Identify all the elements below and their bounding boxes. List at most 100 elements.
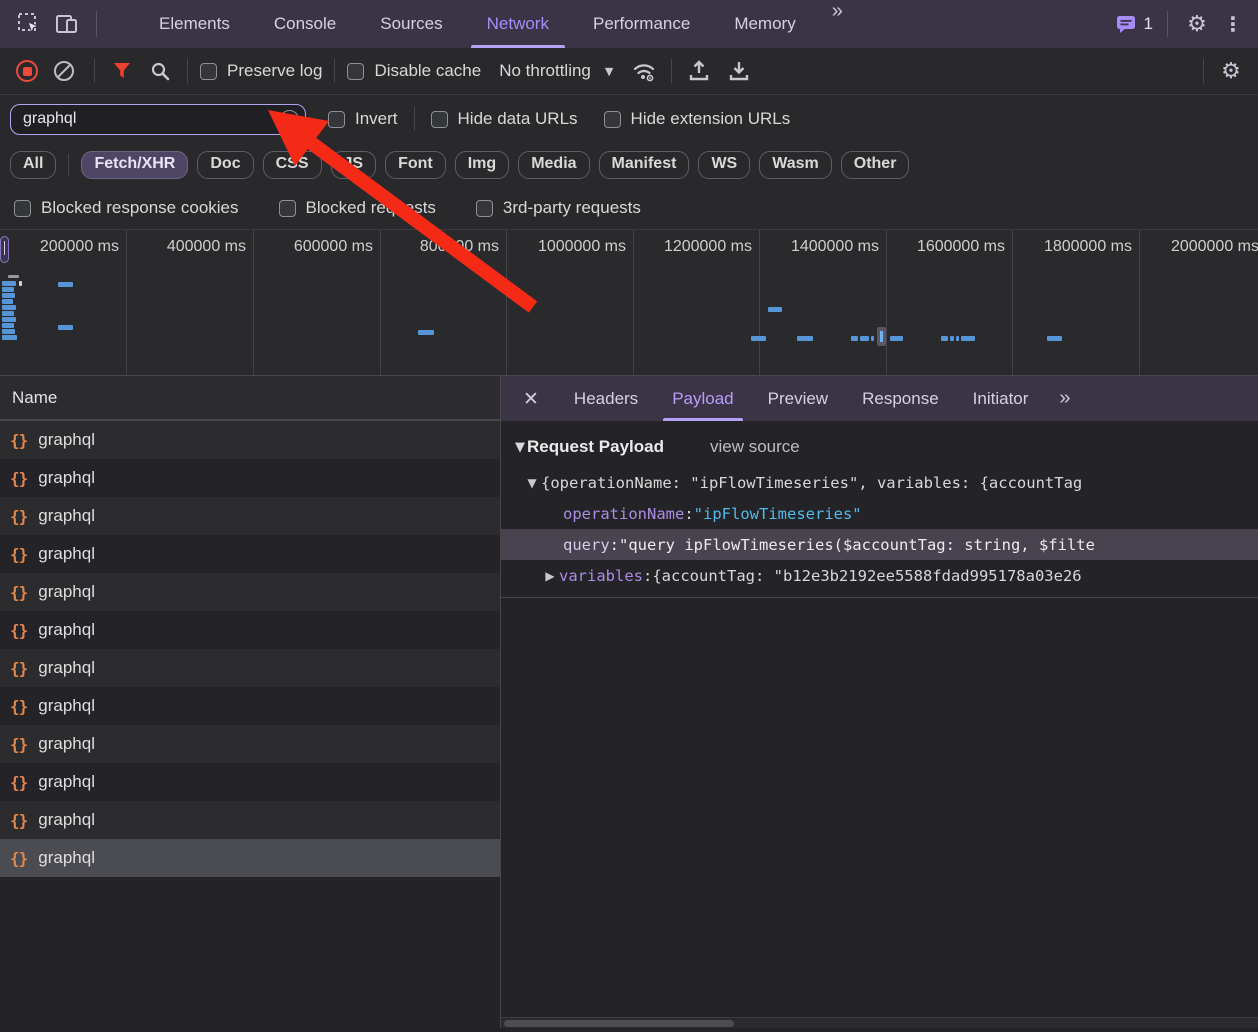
close-icon[interactable]: ✕ — [517, 386, 545, 412]
network-conditions-icon[interactable] — [629, 56, 659, 86]
issues-counter[interactable]: 1 — [1115, 14, 1153, 34]
clear-filter-icon[interactable]: ✕ — [280, 110, 299, 129]
collapse-triangle-icon[interactable]: ▼ — [515, 440, 525, 455]
table-row-selected[interactable]: {} graphql — [0, 839, 500, 877]
payload-row-variables[interactable]: ▶ variables: {accountTag: "b12e3b2192ee5… — [501, 560, 1258, 591]
table-row[interactable]: {}graphql — [0, 421, 500, 459]
kebab-menu-icon[interactable]: ⋮ — [1218, 9, 1248, 39]
preserve-log-checkbox-item[interactable]: Preserve log — [200, 61, 322, 81]
table-row[interactable]: {}graphql — [0, 535, 500, 573]
throttling-dropdown[interactable]: No throttling ▼ — [499, 61, 613, 81]
chip-ws[interactable]: WS — [698, 151, 750, 179]
payload-row-query-selected[interactable]: query: "query ipFlowTimeseries($accountT… — [501, 529, 1258, 560]
horizontal-scrollbar[interactable] — [501, 1017, 1258, 1028]
tab-preview[interactable]: Preview — [751, 376, 845, 421]
blocked-requests-checkbox[interactable] — [279, 200, 296, 217]
filter-input[interactable] — [10, 104, 306, 135]
request-bar — [8, 275, 19, 278]
timeline-tick: 1400000 ms — [760, 238, 886, 260]
tab-memory[interactable]: Memory — [712, 0, 817, 48]
network-overview-timeline[interactable]: 200000 ms 400000 ms 600000 ms 800000 ms … — [0, 230, 1258, 376]
more-detail-tabs-icon[interactable]: » — [1045, 387, 1082, 410]
chip-other[interactable]: Other — [841, 151, 910, 179]
settings-gear-icon[interactable]: ⚙ — [1182, 9, 1212, 39]
json-braces-icon: {} — [10, 507, 27, 526]
json-braces-icon: {} — [10, 469, 27, 488]
preserve-log-label: Preserve log — [227, 61, 322, 81]
timeline-tick: 600000 ms — [254, 238, 380, 260]
scrollbar-thumb[interactable] — [504, 1020, 734, 1027]
hide-extension-urls-checkbox-item[interactable]: Hide extension URLs — [604, 109, 791, 129]
invert-checkbox[interactable] — [328, 111, 345, 128]
disable-cache-checkbox-item[interactable]: Disable cache — [347, 61, 481, 81]
tab-response[interactable]: Response — [845, 376, 956, 421]
chip-font[interactable]: Font — [385, 151, 446, 179]
json-braces-icon: {} — [10, 849, 27, 868]
hide-extension-urls-checkbox[interactable] — [604, 111, 621, 128]
more-tabs-icon[interactable]: » — [818, 0, 855, 48]
hide-data-urls-checkbox-item[interactable]: Hide data URLs — [431, 109, 578, 129]
filter-funnel-icon[interactable] — [107, 56, 137, 86]
import-har-icon[interactable] — [684, 56, 714, 86]
collapse-triangle-icon[interactable]: ▼ — [523, 476, 541, 490]
table-row[interactable]: {} graphql — [0, 611, 500, 649]
tab-performance[interactable]: Performance — [571, 0, 712, 48]
request-bar — [768, 307, 782, 312]
tab-network[interactable]: Network — [465, 0, 571, 48]
search-icon[interactable] — [145, 56, 175, 86]
export-har-icon[interactable] — [724, 56, 754, 86]
table-row[interactable]: {}graphql — [0, 763, 500, 801]
tab-sources[interactable]: Sources — [358, 0, 464, 48]
third-party-requests-checkbox[interactable] — [476, 200, 493, 217]
chip-manifest[interactable]: Manifest — [599, 151, 690, 179]
divider — [68, 154, 69, 176]
expand-triangle-icon[interactable]: ▶ — [541, 569, 559, 583]
table-row[interactable]: {}graphql — [0, 497, 500, 535]
payload-summary-row[interactable]: ▼ {operationName: "ipFlowTimeseries", va… — [501, 467, 1258, 498]
device-toolbar-icon[interactable] — [52, 9, 82, 39]
table-row[interactable]: {}graphql — [0, 801, 500, 839]
tab-headers[interactable]: Headers — [557, 376, 655, 421]
tab-initiator[interactable]: Initiator — [956, 376, 1046, 421]
disable-cache-checkbox[interactable] — [347, 63, 364, 80]
blocked-response-cookies-checkbox[interactable] — [14, 200, 31, 217]
tab-payload[interactable]: Payload — [655, 376, 750, 421]
preserve-log-checkbox[interactable] — [200, 63, 217, 80]
chip-css[interactable]: CSS — [263, 151, 322, 179]
clear-network-log-icon[interactable] — [54, 61, 74, 81]
network-settings-gear-icon[interactable]: ⚙ — [1216, 56, 1246, 86]
table-row[interactable]: {}graphql — [0, 649, 500, 687]
chip-img[interactable]: Img — [455, 151, 509, 179]
blocked-requests-item[interactable]: Blocked requests — [279, 198, 436, 218]
request-name: graphql — [38, 620, 95, 640]
chip-wasm[interactable]: Wasm — [759, 151, 832, 179]
invert-label: Invert — [355, 109, 398, 129]
timeline-tick: 1000000 ms — [507, 238, 633, 260]
blocked-response-cookies-item[interactable]: Blocked response cookies — [14, 198, 239, 218]
chip-doc[interactable]: Doc — [197, 151, 253, 179]
view-source-link[interactable]: view source — [710, 437, 800, 457]
tab-console[interactable]: Console — [252, 0, 358, 48]
request-bar — [851, 336, 858, 341]
invert-checkbox-item[interactable]: Invert — [328, 109, 398, 129]
request-name: graphql — [38, 848, 95, 868]
tab-elements[interactable]: Elements — [137, 0, 252, 48]
inspect-element-icon[interactable] — [14, 9, 44, 39]
chip-fetch-xhr[interactable]: Fetch/XHR — [81, 151, 188, 179]
chip-js[interactable]: JS — [331, 151, 377, 179]
name-column-header[interactable]: Name — [0, 376, 500, 421]
third-party-requests-item[interactable]: 3rd-party requests — [476, 198, 641, 218]
table-row[interactable]: {}graphql — [0, 687, 500, 725]
payload-row-operationname[interactable]: operationName: "ipFlowTimeseries" — [501, 498, 1258, 529]
hide-data-urls-checkbox[interactable] — [431, 111, 448, 128]
json-braces-icon: {} — [10, 621, 27, 640]
record-network-log-button[interactable] — [16, 60, 38, 82]
chip-all[interactable]: All — [10, 151, 56, 179]
table-row[interactable]: {}graphql — [0, 725, 500, 763]
chip-media[interactable]: Media — [518, 151, 589, 179]
table-row[interactable]: {}graphql — [0, 459, 500, 497]
request-bar — [941, 336, 948, 341]
blocked-requests-label: Blocked requests — [306, 198, 436, 218]
table-row[interactable]: {}graphql — [0, 573, 500, 611]
request-bar — [19, 281, 22, 286]
